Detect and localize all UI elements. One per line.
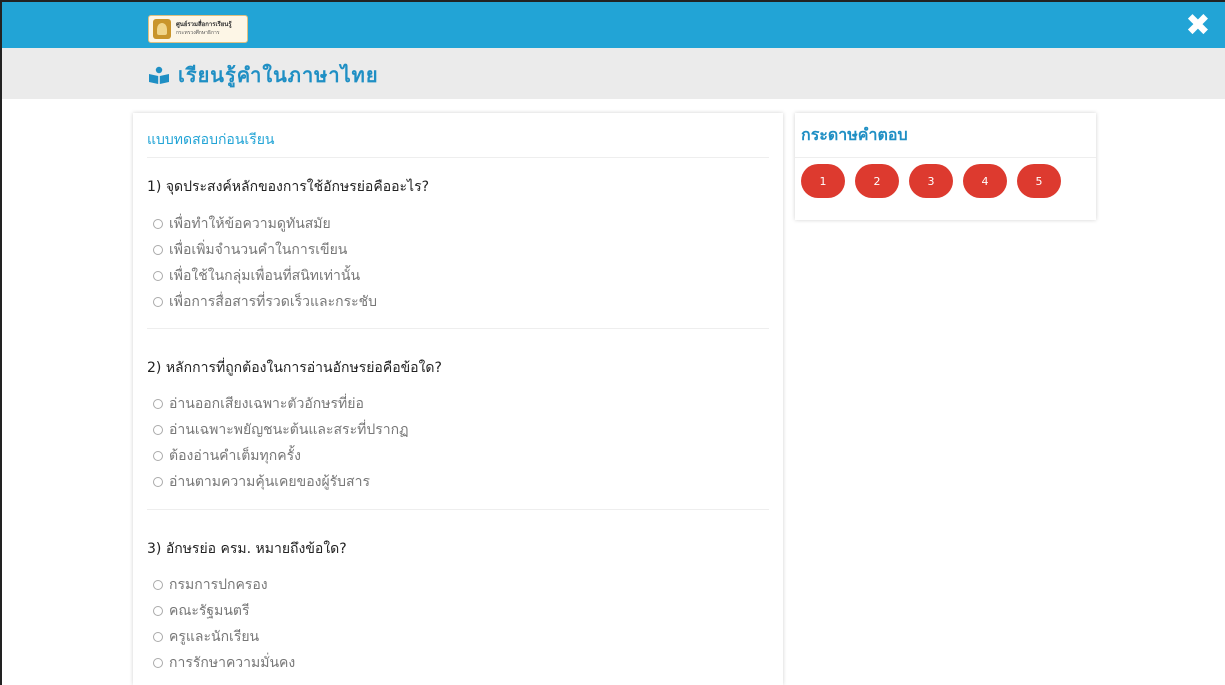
q2-option-4[interactable]: อ่านตามความคุ้นเคยของผู้รับสาร — [153, 471, 370, 493]
close-icon[interactable]: ✖ — [1183, 11, 1213, 41]
option-label: คณะรัฐมนตรี — [169, 603, 250, 619]
q2-option-2[interactable]: อ่านเฉพาะพยัญชนะต้นและสระที่ปรากฏ — [153, 419, 408, 441]
quiz-panel: แบบทดสอบก่อนเรียน 1) จุดประสงค์หลักของกา… — [133, 113, 783, 685]
divider — [147, 509, 769, 510]
answer-button-3[interactable]: 3 — [909, 164, 953, 198]
option-label: เพื่อเพิ่มจำนวนคำในการเขียน — [169, 242, 348, 258]
radio-button[interactable] — [153, 271, 163, 281]
option-label: ต้องอ่านคำเต็มทุกครั้ง — [169, 448, 301, 464]
radio-button[interactable] — [153, 245, 163, 255]
radio-button[interactable] — [153, 399, 163, 409]
option-label: เพื่อใช้ในกลุ่มเพื่อนที่สนิทเท่านั้น — [169, 268, 361, 284]
radio-button[interactable] — [153, 606, 163, 616]
question-2: 2) หลักการที่ถูกต้องในการอ่านอักษรย่อคือ… — [147, 360, 442, 376]
reader-book-icon — [149, 66, 169, 84]
q1-option-3[interactable]: เพื่อใช้ในกลุ่มเพื่อนที่สนิทเท่านั้น — [153, 265, 360, 287]
radio-button[interactable] — [153, 219, 163, 229]
q3-option-2[interactable]: คณะรัฐมนตรี — [153, 600, 250, 622]
q3-option-1[interactable]: กรมการปกครอง — [153, 574, 268, 596]
radio-button[interactable] — [153, 477, 163, 487]
quiz-title: แบบทดสอบก่อนเรียน — [147, 132, 275, 148]
option-label: อ่านออกเสียงเฉพาะตัวอักษรที่ย่อ — [169, 396, 364, 412]
logo-line2: กระทรวงศึกษาธิการ — [176, 30, 220, 36]
page-title: เรียนรู้คำในภาษาไทย — [178, 63, 379, 87]
radio-button[interactable] — [153, 451, 163, 461]
question-3: 3) อักษรย่อ ครม. หมายถึงข้อใด? — [147, 541, 347, 557]
q3-option-4[interactable]: การรักษาความมั่นคง — [153, 652, 295, 674]
answer-button-4[interactable]: 4 — [963, 164, 1007, 198]
seal-icon — [153, 19, 171, 39]
q1-option-1[interactable]: เพื่อทำให้ข้อความดูทันสมัย — [153, 213, 331, 235]
logo-line1: ศูนย์รวมสื่อการเรียนรู้ — [176, 21, 232, 28]
radio-button[interactable] — [153, 580, 163, 590]
answer-sheet-panel: กระดาษคำตอบ 1 2 3 4 5 — [795, 113, 1096, 220]
option-label: ครูและนักเรียน — [169, 629, 260, 645]
option-label: อ่านเฉพาะพยัญชนะต้นและสระที่ปรากฏ — [169, 422, 409, 438]
answer-sheet-title: กระดาษคำตอบ — [801, 125, 908, 144]
q3-option-3[interactable]: ครูและนักเรียน — [153, 626, 259, 648]
radio-button[interactable] — [153, 425, 163, 435]
option-label: การรักษาความมั่นคง — [169, 655, 296, 671]
q1-option-4[interactable]: เพื่อการสื่อสารที่รวดเร็วและกระชับ — [153, 291, 377, 313]
page-title-wrap: เรียนรู้คำในภาษาไทย — [148, 59, 379, 91]
divider — [795, 157, 1096, 158]
question-1: 1) จุดประสงค์หลักของการใช้อักษรย่อคืออะไ… — [147, 179, 430, 195]
q2-option-3[interactable]: ต้องอ่านคำเต็มทุกครั้ง — [153, 445, 301, 467]
answer-button-2[interactable]: 2 — [855, 164, 899, 198]
option-label: อ่านตามความคุ้นเคยของผู้รับสาร — [169, 474, 370, 490]
radio-button[interactable] — [153, 297, 163, 307]
radio-button[interactable] — [153, 658, 163, 668]
logo[interactable]: ศูนย์รวมสื่อการเรียนรู้ กระทรวงศึกษาธิกา… — [148, 15, 248, 43]
radio-button[interactable] — [153, 632, 163, 642]
page-header: เรียนรู้คำในภาษาไทย — [2, 48, 1225, 99]
option-label: กรมการปกครอง — [169, 577, 268, 593]
answer-button-5[interactable]: 5 — [1017, 164, 1061, 198]
option-label: เพื่อทำให้ข้อความดูทันสมัย — [169, 216, 331, 232]
q1-option-2[interactable]: เพื่อเพิ่มจำนวนคำในการเขียน — [153, 239, 347, 261]
option-label: เพื่อการสื่อสารที่รวดเร็วและกระชับ — [169, 294, 378, 310]
answer-button-1[interactable]: 1 — [801, 164, 845, 198]
top-bar: ศูนย์รวมสื่อการเรียนรู้ กระทรวงศึกษาธิกา… — [2, 2, 1225, 48]
q2-option-1[interactable]: อ่านออกเสียงเฉพาะตัวอักษรที่ย่อ — [153, 393, 364, 415]
divider — [147, 328, 769, 329]
divider — [147, 157, 769, 158]
